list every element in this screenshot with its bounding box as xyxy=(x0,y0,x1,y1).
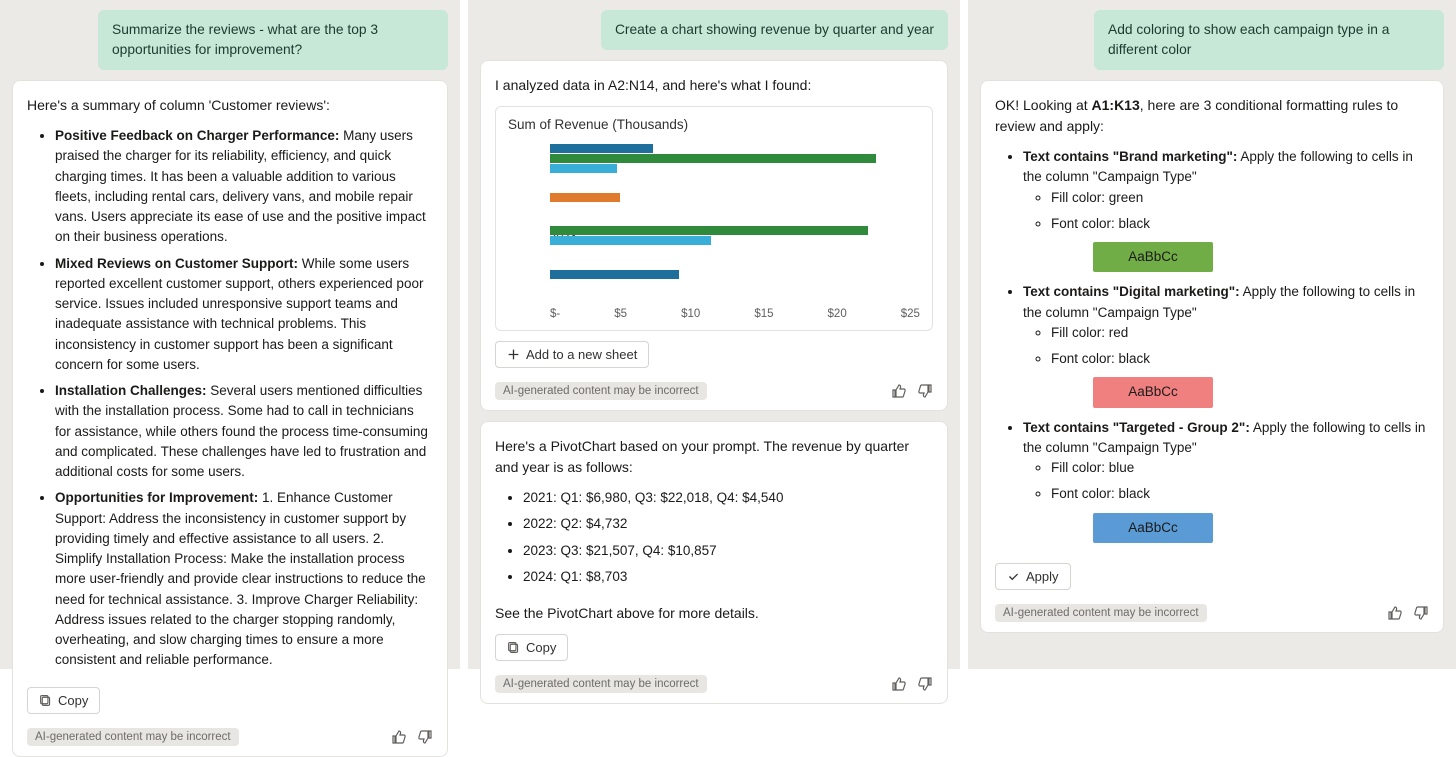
bar-2021-Q1 xyxy=(550,144,653,153)
thumbs-up-icon[interactable] xyxy=(1387,605,1403,621)
thumbs-up-icon[interactable] xyxy=(891,676,907,692)
x-tick: $5 xyxy=(614,308,627,320)
thumbs-up-icon[interactable] xyxy=(391,729,407,745)
rule-item: Text contains "Digital marketing": Apply… xyxy=(1023,282,1429,407)
bullet-head: Opportunities for Improvement: xyxy=(55,490,258,505)
rule-font: Font color: black xyxy=(1051,349,1429,369)
ai-disclaimer: AI-generated content may be incorrect xyxy=(995,604,1207,622)
rule-font: Font color: black xyxy=(1051,214,1429,234)
rule-head: Text contains "Brand marketing": xyxy=(1023,149,1237,164)
bar-group-2022: 2022 xyxy=(550,179,920,218)
plus-icon xyxy=(507,348,520,361)
user-prompt: Summarize the reviews - what are the top… xyxy=(98,10,448,70)
bullet-body: Many users praised the charger for its r… xyxy=(55,128,426,244)
bar-group-2023: 2023 xyxy=(550,217,920,256)
user-prompt: Add coloring to show each campaign type … xyxy=(1094,10,1444,70)
bullet-body: While some users reported excellent cust… xyxy=(55,256,423,372)
pivot-list: 2021: Q1: $6,980, Q3: $22,018, Q4: $4,54… xyxy=(495,488,933,593)
rule-head: Text contains "Targeted - Group 2": xyxy=(1023,420,1250,435)
ai-disclaimer: AI-generated content may be incorrect xyxy=(495,382,707,400)
copy-button[interactable]: Copy xyxy=(495,634,568,661)
bullet-body: 1. Enhance Customer Support: Address the… xyxy=(55,490,426,667)
bullet-head: Installation Challenges: xyxy=(55,383,207,398)
x-tick: $25 xyxy=(901,308,920,320)
bar-group-2024: 2024 xyxy=(550,256,920,295)
pivot-intro: Here's a PivotChart based on your prompt… xyxy=(495,436,933,478)
rule-item: Text contains "Targeted - Group 2": Appl… xyxy=(1023,418,1429,543)
thumbs-up-icon[interactable] xyxy=(891,383,907,399)
thumbs-down-icon[interactable] xyxy=(417,729,433,745)
intro-text: OK! Looking at A1:K13, here are 3 condit… xyxy=(995,95,1429,137)
bar-2024-Q1 xyxy=(550,270,679,279)
color-swatch: AaBbCc xyxy=(1093,377,1213,407)
response-card-reviews: Here's a summary of column 'Customer rev… xyxy=(12,80,448,757)
panel-chart: Create a chart showing revenue by quarte… xyxy=(468,0,960,669)
response-card-chart: I analyzed data in A2:N14, and here's wh… xyxy=(480,60,948,411)
panel-divider xyxy=(960,0,968,669)
rules-list: Text contains "Brand marketing": Apply t… xyxy=(995,147,1429,553)
revenue-chart: Sum of Revenue (Thousands) 2021202220232… xyxy=(495,106,933,331)
chart-area: 2021202220232024 $- $5 $10 $15 $20 $25 xyxy=(508,140,920,320)
user-prompt: Create a chart showing revenue by quarte… xyxy=(601,10,948,50)
bar-2021-Q3 xyxy=(550,154,876,163)
rule-head: Text contains "Digital marketing": xyxy=(1023,284,1240,299)
intro-text: Here's a summary of column 'Customer rev… xyxy=(27,95,433,116)
list-item: 2023: Q3: $21,507, Q4: $10,857 xyxy=(523,541,933,561)
rule-item: Text contains "Brand marketing": Apply t… xyxy=(1023,147,1429,272)
bar-2022-Q2 xyxy=(550,193,620,202)
bar-group-2021: 2021 xyxy=(550,140,920,179)
list-item: 2021: Q1: $6,980, Q3: $22,018, Q4: $4,54… xyxy=(523,488,933,508)
color-swatch: AaBbCc xyxy=(1093,513,1213,543)
thumbs-down-icon[interactable] xyxy=(917,383,933,399)
rule-fill: Fill color: green xyxy=(1051,188,1429,208)
chart-title: Sum of Revenue (Thousands) xyxy=(508,117,920,132)
x-tick: $10 xyxy=(681,308,700,320)
panel-formatting: Add coloring to show each campaign type … xyxy=(968,0,1456,669)
copy-label: Copy xyxy=(58,693,88,708)
check-icon xyxy=(1007,570,1020,583)
rule-fill: Fill color: red xyxy=(1051,323,1429,343)
x-tick: $- xyxy=(550,308,560,320)
analysis-intro: I analyzed data in A2:N14, and here's wh… xyxy=(495,75,933,96)
rule-fill: Fill color: blue xyxy=(1051,458,1429,478)
bar-2023-Q4 xyxy=(550,236,711,245)
response-card-formatting: OK! Looking at A1:K13, here are 3 condit… xyxy=(980,80,1444,633)
bullet-head: Mixed Reviews on Customer Support: xyxy=(55,256,298,271)
bar-2021-Q4 xyxy=(550,164,617,173)
list-item: 2022: Q2: $4,732 xyxy=(523,514,933,534)
add-to-sheet-button[interactable]: Add to a new sheet xyxy=(495,341,649,368)
apply-button[interactable]: Apply xyxy=(995,563,1071,590)
ai-disclaimer: AI-generated content may be incorrect xyxy=(27,728,239,746)
x-tick: $15 xyxy=(754,308,773,320)
x-tick: $20 xyxy=(828,308,847,320)
list-item: 2024: Q1: $8,703 xyxy=(523,567,933,587)
review-bullets: Positive Feedback on Charger Performance… xyxy=(27,126,433,677)
color-swatch: AaBbCc xyxy=(1093,242,1213,272)
thumbs-down-icon[interactable] xyxy=(1413,605,1429,621)
rule-font: Font color: black xyxy=(1051,484,1429,504)
rule-details: Fill color: green Font color: black xyxy=(1023,188,1429,235)
copy-icon xyxy=(39,694,52,707)
bar-2023-Q3 xyxy=(550,226,868,235)
copy-icon xyxy=(507,641,520,654)
rule-details: Fill color: blue Font color: black xyxy=(1023,458,1429,505)
response-card-pivot: Here's a PivotChart based on your prompt… xyxy=(480,421,948,704)
bullet-head: Positive Feedback on Charger Performance… xyxy=(55,128,339,143)
copy-button[interactable]: Copy xyxy=(27,687,100,714)
apply-label: Apply xyxy=(1026,569,1059,584)
copy-label: Copy xyxy=(526,640,556,655)
pivot-outro: See the PivotChart above for more detail… xyxy=(495,603,933,624)
ai-disclaimer: AI-generated content may be incorrect xyxy=(495,675,707,693)
panel-divider xyxy=(460,0,468,669)
panel-reviews: Summarize the reviews - what are the top… xyxy=(0,0,460,669)
add-label: Add to a new sheet xyxy=(526,347,637,362)
rule-details: Fill color: red Font color: black xyxy=(1023,323,1429,370)
thumbs-down-icon[interactable] xyxy=(917,676,933,692)
